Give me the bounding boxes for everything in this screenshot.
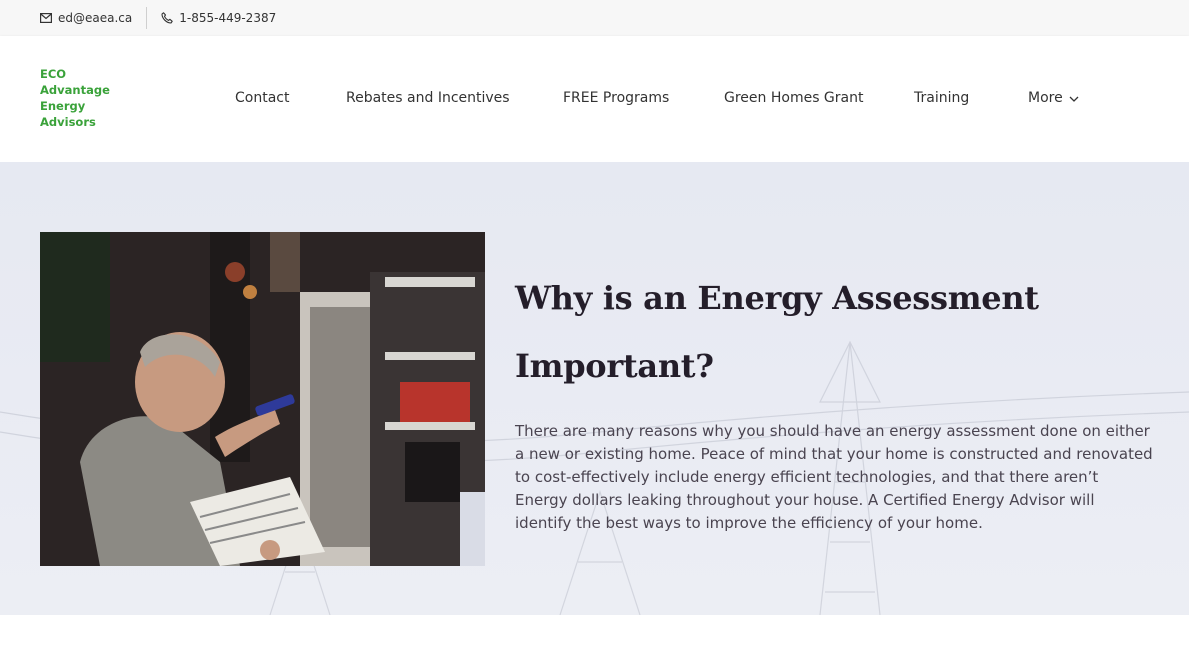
nav-item-label: More (1028, 90, 1063, 106)
hero-section: Why is an Energy Assessment Important? T… (0, 162, 1189, 615)
nav-item-label: Training (914, 90, 970, 106)
nav-item-green-homes-grant[interactable]: Green Homes Grant (724, 90, 863, 106)
main-nav: Contact Rebates and Incentives FREE Prog… (0, 36, 1189, 162)
nav-item-more[interactable]: More (1028, 90, 1079, 106)
topbar-divider (146, 7, 148, 29)
nav-item-label: Green Homes Grant (724, 90, 864, 106)
chevron-down-icon (1069, 90, 1079, 106)
email-link[interactable]: ed@eaea.ca (40, 11, 146, 25)
nav-item-label: FREE Programs (563, 90, 670, 106)
phone-icon (161, 12, 173, 24)
email-text: ed@eaea.ca (58, 11, 133, 25)
hero-content: Why is an Energy Assessment Important? T… (515, 264, 1155, 535)
nav-item-training[interactable]: Training (914, 90, 969, 106)
nav-item-label: Contact (235, 90, 290, 106)
phone-text: 1-855-449-2387 (179, 11, 277, 25)
advisor-furnace-image (40, 232, 485, 566)
nav-item-label: Rebates and Incentives (346, 90, 510, 106)
hero-photo (40, 232, 485, 566)
nav-item-free-programs[interactable]: FREE Programs (563, 90, 669, 106)
hero-body: There are many reasons why you should ha… (515, 422, 1153, 532)
site-header: ECO Advantage Energy Advisors Contact Re… (0, 36, 1189, 162)
envelope-icon (40, 13, 52, 23)
nav-item-contact[interactable]: Contact (235, 90, 289, 106)
nav-item-rebates[interactable]: Rebates and Incentives (346, 90, 510, 106)
contact-bar: ed@eaea.ca 1-855-449-2387 (0, 0, 1189, 36)
phone-link[interactable]: 1-855-449-2387 (161, 11, 276, 25)
hero-title: Why is an Energy Assessment Important? (515, 279, 1039, 385)
